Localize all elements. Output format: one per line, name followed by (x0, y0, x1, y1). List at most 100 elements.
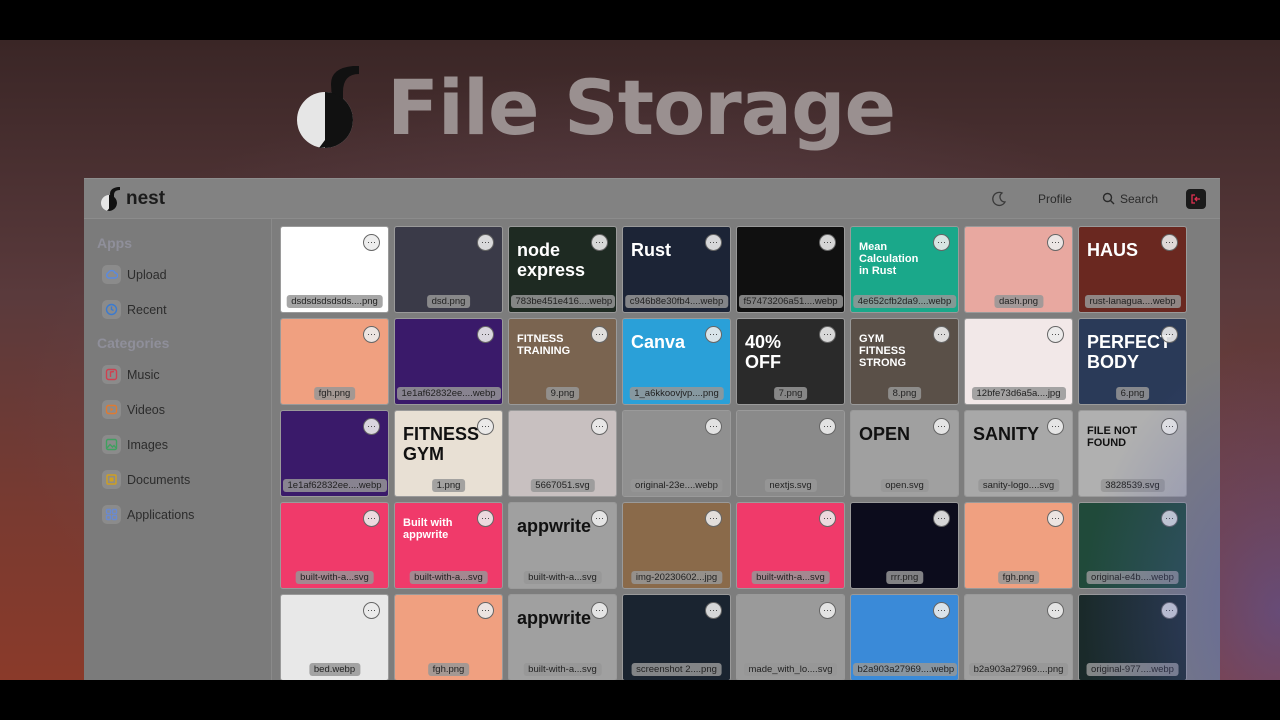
more-options-icon[interactable]: ··· (363, 418, 380, 435)
sidebar-item-documents[interactable]: Documents (84, 462, 271, 497)
more-options-icon[interactable]: ··· (477, 326, 494, 343)
file-card[interactable]: ··· b2a903a27969....webp (850, 594, 959, 680)
file-card[interactable]: HAUS ··· rust-lanagua....webp (1078, 226, 1187, 313)
file-card[interactable]: ··· screenshot 2....png (622, 594, 731, 680)
file-card[interactable]: ··· made_with_lo....svg (736, 594, 845, 680)
file-card[interactable]: ··· 5667051.svg (508, 410, 617, 497)
file-card[interactable]: ··· 12bfe73d6a5a....jpg (964, 318, 1073, 405)
sidebar-item-recent[interactable]: Recent (84, 292, 271, 327)
more-options-icon[interactable]: ··· (477, 234, 494, 251)
file-card[interactable]: ··· original-e4b....webp (1078, 502, 1187, 589)
more-options-icon[interactable]: ··· (591, 418, 608, 435)
file-card[interactable]: ··· nextjs.svg (736, 410, 845, 497)
file-card[interactable]: ··· rrr.png (850, 502, 959, 589)
file-name: 1e1af62832ee....webp (282, 479, 387, 492)
file-card[interactable]: Canva ··· 1_a6kkoovjvp....png (622, 318, 731, 405)
more-options-icon[interactable]: ··· (705, 418, 722, 435)
file-card[interactable]: OPEN ··· open.svg (850, 410, 959, 497)
sidebar-item-label: Documents (127, 472, 191, 487)
more-options-icon[interactable]: ··· (477, 602, 494, 619)
file-card[interactable]: ··· original-977....webp (1078, 594, 1187, 680)
more-options-icon[interactable]: ··· (591, 510, 608, 527)
more-options-icon[interactable]: ··· (933, 326, 950, 343)
more-options-icon[interactable]: ··· (1161, 418, 1178, 435)
file-name: made_with_lo....svg (743, 663, 838, 676)
file-card[interactable]: ··· dsdsdsdsdsds....png (280, 226, 389, 313)
brand[interactable]: nest (100, 186, 165, 212)
file-card[interactable]: Mean Calculation in Rust ··· 4e652cfb2da9.… (850, 226, 959, 313)
file-card[interactable]: ··· b2a903a27969....png (964, 594, 1073, 680)
file-card[interactable]: FILE NOT FOUND ··· 3828539.svg (1078, 410, 1187, 497)
more-options-icon[interactable]: ··· (477, 510, 494, 527)
sidebar-item-label: Upload (127, 267, 167, 282)
more-options-icon[interactable]: ··· (819, 418, 836, 435)
file-card[interactable]: ··· f57473206a51....webp (736, 226, 845, 313)
more-options-icon[interactable]: ··· (933, 510, 950, 527)
more-options-icon[interactable]: ··· (933, 418, 950, 435)
sidebar-item-music[interactable]: Music (84, 357, 271, 392)
more-options-icon[interactable]: ··· (819, 510, 836, 527)
thumbnail-caption: SANITY (973, 424, 1040, 444)
file-card[interactable]: GYM FITNESS STRONG ··· 8.png (850, 318, 959, 405)
sidebar-item-images[interactable]: Images (84, 427, 271, 462)
file-card[interactable]: PERFECT BODY ··· 6.png (1078, 318, 1187, 405)
more-options-icon[interactable]: ··· (933, 234, 950, 251)
file-card[interactable]: ··· built-with-a...svg (736, 502, 845, 589)
more-options-icon[interactable]: ··· (363, 234, 380, 251)
file-card[interactable]: ··· original-23e....webp (622, 410, 731, 497)
more-options-icon[interactable]: ··· (591, 234, 608, 251)
more-options-icon[interactable]: ··· (705, 326, 722, 343)
file-card[interactable]: appwrite ··· built-with-a...svg (508, 502, 617, 589)
more-options-icon[interactable]: ··· (933, 602, 950, 619)
file-card[interactable]: ··· built-with-a...svg (280, 502, 389, 589)
file-card[interactable]: Rust ··· c946b8e30fb4....webp (622, 226, 731, 313)
more-options-icon[interactable]: ··· (1161, 326, 1178, 343)
more-options-icon[interactable]: ··· (363, 326, 380, 343)
file-card[interactable]: FITNESS GYM ··· 1.png (394, 410, 503, 497)
thumbnail-caption: FITNESS GYM (403, 424, 480, 464)
more-options-icon[interactable]: ··· (705, 602, 722, 619)
more-options-icon[interactable]: ··· (1161, 510, 1178, 527)
file-name: fgh.png (313, 387, 356, 400)
file-card[interactable]: ··· 1e1af62832ee....webp (280, 410, 389, 497)
file-card[interactable]: Built with appwrite ··· built-with-a...svg (394, 502, 503, 589)
more-options-icon[interactable]: ··· (1047, 510, 1064, 527)
logout-button[interactable] (1186, 188, 1206, 209)
more-options-icon[interactable]: ··· (363, 510, 380, 527)
file-card[interactable]: FITNESS TRAINING ··· 9.png (508, 318, 617, 405)
more-options-icon[interactable]: ··· (705, 510, 722, 527)
file-card[interactable]: ··· 1e1af62832ee....webp (394, 318, 503, 405)
profile-link[interactable]: Profile (1038, 192, 1072, 206)
more-options-icon[interactable]: ··· (705, 234, 722, 251)
more-options-icon[interactable]: ··· (477, 418, 494, 435)
sidebar-item-upload[interactable]: Upload (84, 257, 271, 292)
file-name: original-e4b....webp (1086, 571, 1179, 584)
file-card[interactable]: ··· img-20230602...jpg (622, 502, 731, 589)
file-card[interactable]: ··· fgh.png (394, 594, 503, 680)
file-card[interactable]: ··· bed.webp (280, 594, 389, 680)
file-card[interactable]: ··· fgh.png (280, 318, 389, 405)
more-options-icon[interactable]: ··· (363, 602, 380, 619)
file-card[interactable]: appwrite ··· built-with-a...svg (508, 594, 617, 680)
more-options-icon[interactable]: ··· (1047, 326, 1064, 343)
more-options-icon[interactable]: ··· (591, 326, 608, 343)
sidebar-item-applications[interactable]: Applications (84, 497, 271, 532)
file-card[interactable]: SANITY ··· sanity-logo....svg (964, 410, 1073, 497)
more-options-icon[interactable]: ··· (819, 602, 836, 619)
file-card[interactable]: ··· fgh.png (964, 502, 1073, 589)
file-card[interactable]: ··· dsd.png (394, 226, 503, 313)
file-card[interactable]: node express ··· 783be451e416....webp (508, 226, 617, 313)
file-card[interactable]: 40% OFF ··· 7.png (736, 318, 845, 405)
more-options-icon[interactable]: ··· (819, 234, 836, 251)
more-options-icon[interactable]: ··· (1047, 234, 1064, 251)
more-options-icon[interactable]: ··· (1161, 234, 1178, 251)
search-button[interactable]: Search (1102, 192, 1158, 206)
more-options-icon[interactable]: ··· (1047, 602, 1064, 619)
more-options-icon[interactable]: ··· (1161, 602, 1178, 619)
moon-icon[interactable] (990, 190, 1008, 208)
more-options-icon[interactable]: ··· (1047, 418, 1064, 435)
sidebar-item-videos[interactable]: Videos (84, 392, 271, 427)
more-options-icon[interactable]: ··· (591, 602, 608, 619)
file-card[interactable]: ··· dash.png (964, 226, 1073, 313)
more-options-icon[interactable]: ··· (819, 326, 836, 343)
